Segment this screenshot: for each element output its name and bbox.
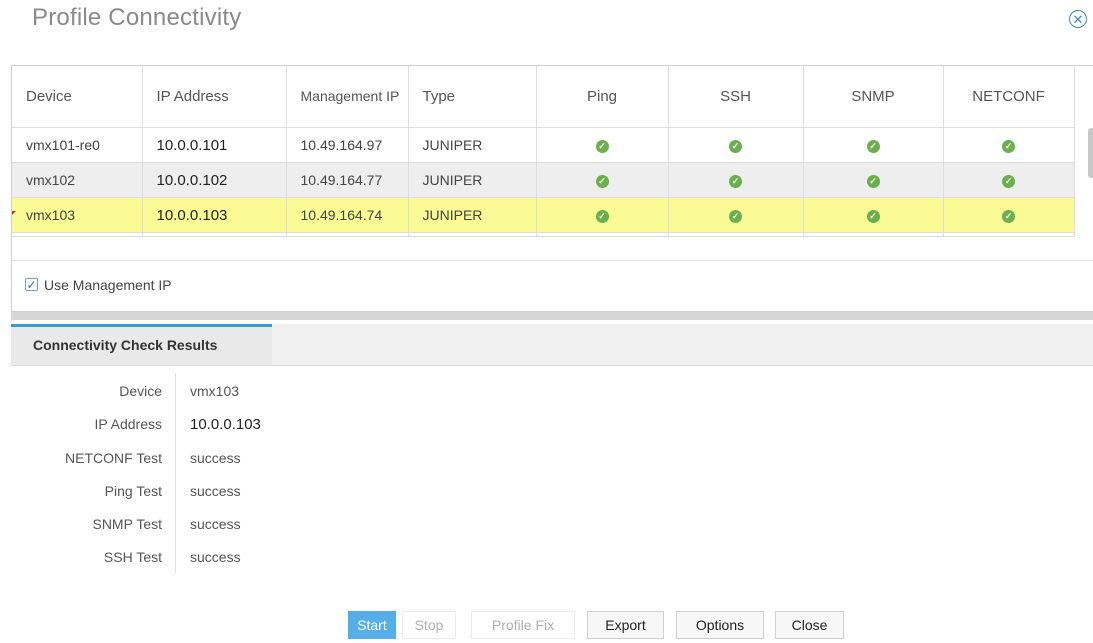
ping-check-icon: ✓ bbox=[595, 139, 609, 153]
ssh-check-icon: ✓ bbox=[729, 139, 742, 153]
cell-type: JUNIPER bbox=[408, 162, 537, 198]
connectivity-table-panel: Device IP Address Management IP Type Pin… bbox=[11, 65, 1093, 312]
dirty-row-marker-icon bbox=[12, 211, 16, 215]
result-value-ssh-test: success bbox=[190, 549, 241, 565]
result-label-ssh-test: SSH Test bbox=[103, 549, 162, 565]
result-label-ping-test: Ping Test bbox=[104, 483, 162, 499]
netconf-check-icon: ✓ bbox=[1002, 209, 1015, 223]
start-button[interactable]: Start bbox=[348, 611, 396, 639]
result-label-snmp-test: SNMP Test bbox=[92, 516, 162, 532]
table-scrollbar[interactable] bbox=[1088, 128, 1093, 178]
result-label-netconf-test: NETCONF Test bbox=[65, 450, 162, 466]
cell-device: vmx101-re0 bbox=[12, 127, 143, 163]
snmp-check-icon: ✓ bbox=[866, 174, 880, 188]
column-header-management-ip[interactable]: Management IP bbox=[286, 66, 409, 128]
use-management-ip-label[interactable]: Use Management IP bbox=[44, 277, 172, 293]
table-row[interactable]: vmx102 10.0.0.102 10.49.164.77 JUNIPER ✓… bbox=[12, 162, 1075, 198]
column-header-ping[interactable]: Ping bbox=[536, 66, 669, 128]
table-row[interactable]: vmx101-re0 10.0.0.101 10.49.164.97 JUNIP… bbox=[12, 127, 1075, 163]
result-value-snmp-test: success bbox=[190, 516, 241, 532]
cell-type: JUNIPER bbox=[408, 197, 537, 233]
cell-ip-address: 10.0.0.102 bbox=[142, 162, 287, 198]
management-ip-bar: ✓ Use Management IP bbox=[12, 260, 1093, 311]
netconf-check-icon: ✓ bbox=[1002, 174, 1015, 188]
ssh-check-icon: ✓ bbox=[729, 209, 742, 223]
options-button[interactable]: Options bbox=[676, 611, 764, 639]
cell-type: JUNIPER bbox=[408, 127, 537, 163]
result-value-netconf-test: success bbox=[190, 450, 241, 466]
result-value-ping-test: success bbox=[190, 483, 241, 499]
column-header-snmp[interactable]: SNMP bbox=[803, 66, 944, 128]
table-row-selected[interactable]: vmx103 10.0.0.103 10.49.164.74 JUNIPER ✓… bbox=[12, 197, 1075, 233]
ssh-check-icon: ✓ bbox=[729, 174, 742, 188]
results-divider bbox=[175, 373, 176, 573]
result-label-ip-address: IP Address bbox=[94, 416, 162, 432]
connectivity-table: Device IP Address Management IP Type Pin… bbox=[12, 66, 1075, 237]
netconf-check-icon: ✓ bbox=[1002, 139, 1015, 153]
dialog-title: Profile Connectivity bbox=[32, 4, 242, 31]
snmp-check-icon: ✓ bbox=[866, 209, 880, 223]
table-row-partial bbox=[12, 232, 1075, 237]
table-header-row: Device IP Address Management IP Type Pin… bbox=[12, 66, 1075, 128]
close-button[interactable]: Close bbox=[775, 611, 844, 639]
use-management-ip-checkbox[interactable]: ✓ bbox=[25, 278, 38, 292]
result-value-device: vmx103 bbox=[190, 383, 240, 399]
column-header-ip-address[interactable]: IP Address bbox=[142, 66, 287, 128]
export-button[interactable]: Export bbox=[587, 611, 664, 639]
snmp-check-icon: ✓ bbox=[866, 139, 880, 153]
tab-connectivity-check-results[interactable]: Connectivity Check Results bbox=[11, 324, 272, 365]
column-header-ssh[interactable]: SSH bbox=[668, 66, 804, 128]
column-header-netconf[interactable]: NETCONF bbox=[943, 66, 1075, 128]
cell-device: vmx103 bbox=[12, 197, 143, 233]
column-header-type[interactable]: Type bbox=[408, 66, 537, 128]
stop-button[interactable]: Stop bbox=[402, 611, 456, 639]
cell-ip-address: 10.0.0.103 bbox=[142, 197, 287, 233]
result-label-device: Device bbox=[119, 383, 162, 399]
column-header-device[interactable]: Device bbox=[12, 66, 143, 128]
ping-check-icon: ✓ bbox=[595, 174, 609, 188]
panel-divider[interactable] bbox=[11, 312, 1093, 320]
cell-management-ip: 10.49.164.77 bbox=[286, 162, 409, 198]
ping-check-icon: ✓ bbox=[595, 209, 609, 223]
close-circle-icon[interactable]: ✕ bbox=[1069, 10, 1087, 28]
cell-ip-address: 10.0.0.101 bbox=[142, 127, 287, 163]
result-value-ip-address: 10.0.0.103 bbox=[190, 416, 261, 433]
cell-device: vmx102 bbox=[12, 162, 143, 198]
cell-management-ip: 10.49.164.97 bbox=[286, 127, 409, 163]
results-tab-strip: Connectivity Check Results bbox=[11, 324, 1093, 366]
profile-fix-button[interactable]: Profile Fix bbox=[471, 611, 575, 639]
cell-management-ip: 10.49.164.74 bbox=[286, 197, 409, 233]
